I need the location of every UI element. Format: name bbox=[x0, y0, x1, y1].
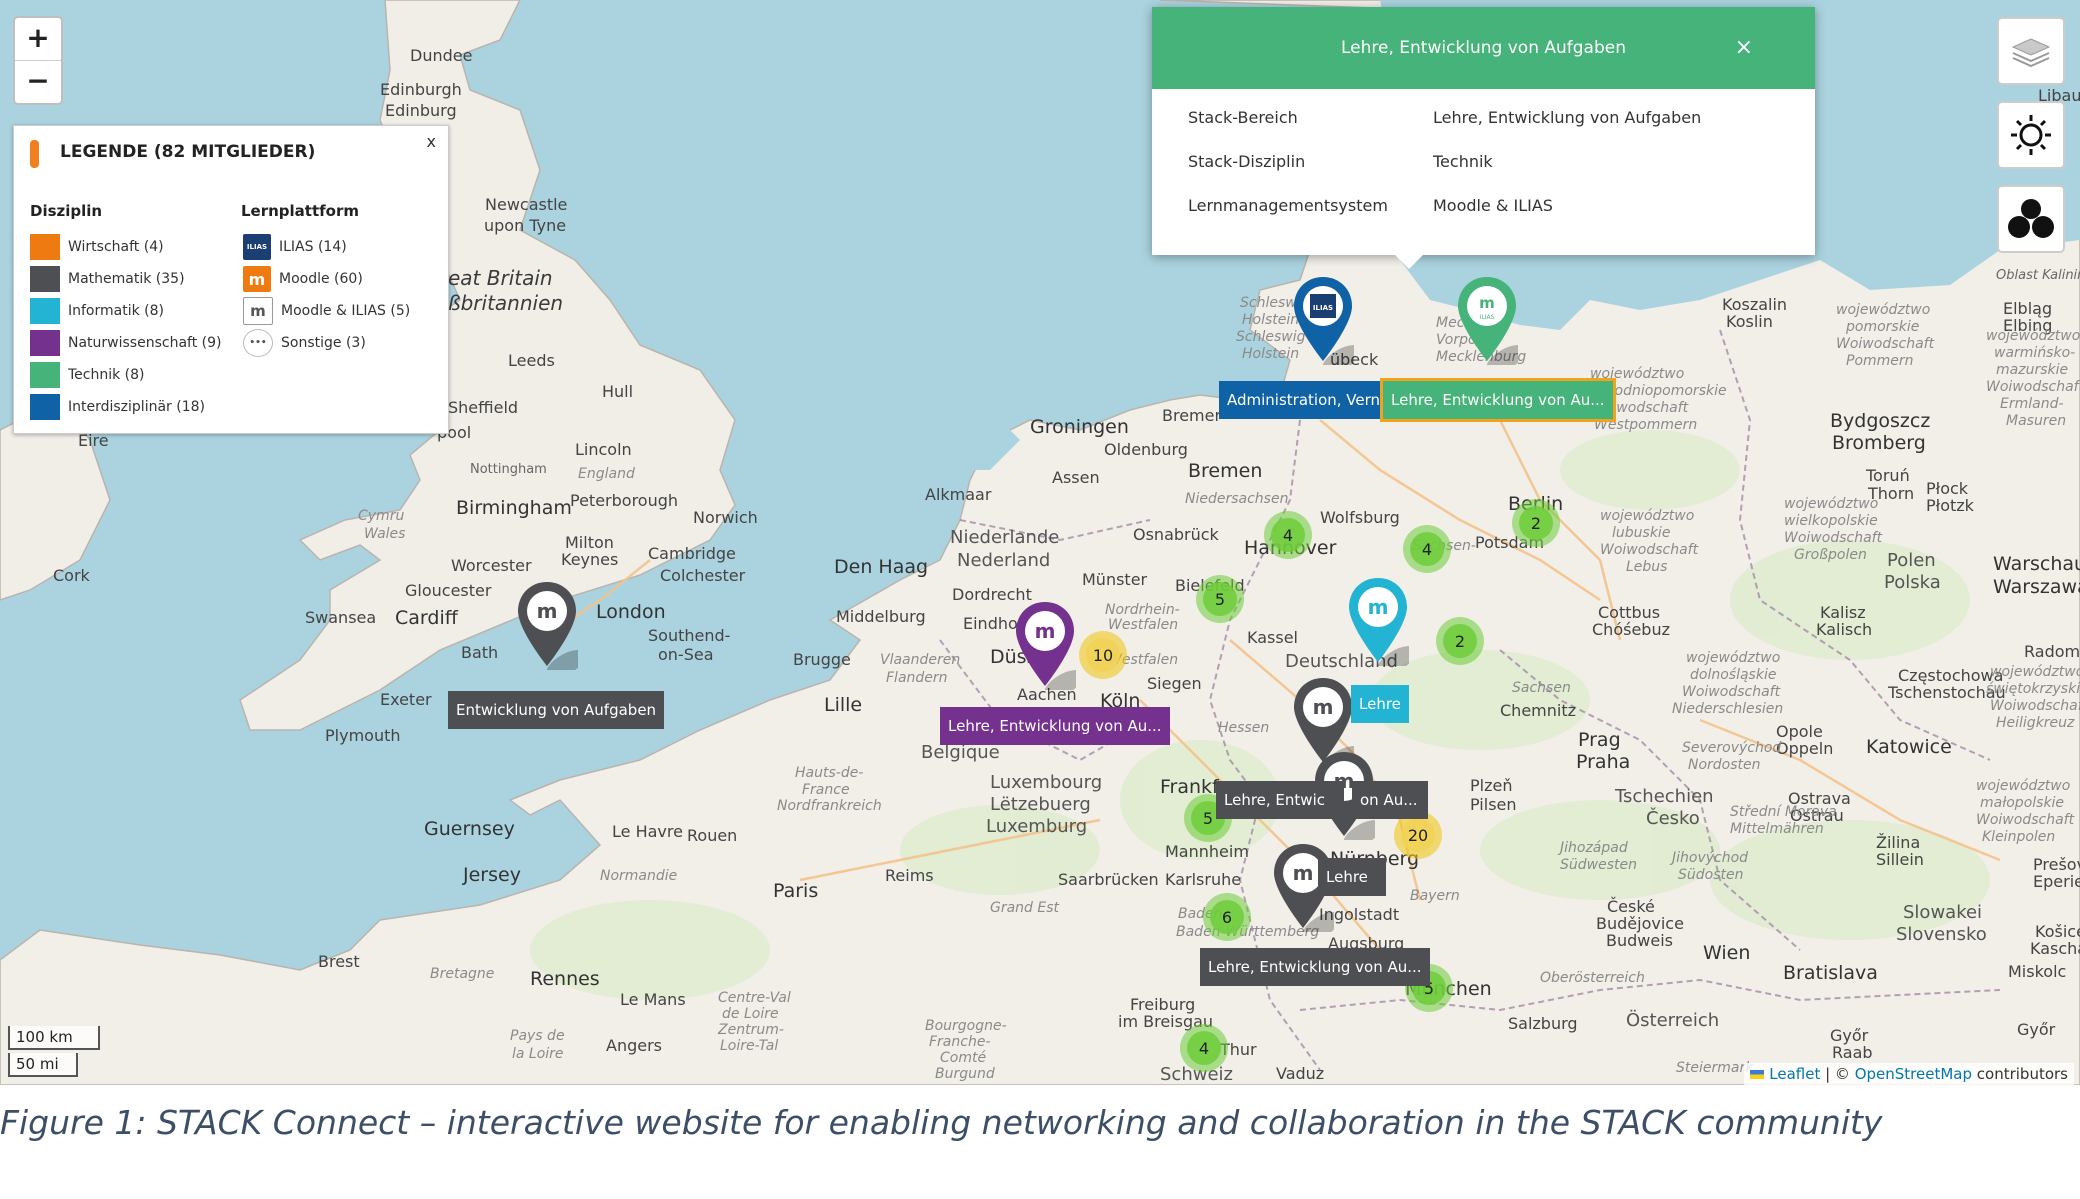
dots-icon: ••• bbox=[243, 329, 273, 357]
cluster-toggle-button[interactable] bbox=[1997, 185, 2065, 253]
ilias-icon: ILIAS bbox=[243, 234, 271, 260]
legend-discipline-header: Disziplin bbox=[30, 202, 103, 220]
moodle-icon: m bbox=[243, 266, 271, 292]
moodle-icon: m bbox=[1035, 619, 1056, 643]
moodle-icon: m bbox=[1368, 595, 1389, 619]
color-swatch bbox=[30, 394, 60, 420]
marker-label[interactable]: Lehre, Entwicklung von Au... bbox=[1200, 948, 1430, 986]
map-canvas[interactable]: Dundee Edinburgh Edinburg Newcastle upon… bbox=[0, 0, 2080, 1085]
moodle-ilias-icon: m bbox=[1479, 294, 1495, 312]
legend-panel: LEGENDE (82 MITGLIEDER) x Disziplin Lern… bbox=[13, 125, 449, 434]
cluster-marker[interactable]: 2 bbox=[1436, 617, 1484, 665]
legend-item-moodle[interactable]: m Moodle (60) bbox=[243, 266, 363, 292]
cluster-marker[interactable]: 6 bbox=[1203, 893, 1251, 941]
legend-item-sonstige[interactable]: ••• Sonstige (3) bbox=[243, 329, 366, 357]
ukraine-flag-icon bbox=[1750, 1070, 1765, 1079]
sun-icon bbox=[2011, 115, 2051, 155]
layers-icon bbox=[2011, 38, 2051, 68]
legend-item-ilias[interactable]: ILIAS ILIAS (14) bbox=[243, 234, 347, 260]
legend-item-moodle-ilias[interactable]: m Moodle & ILIAS (5) bbox=[243, 297, 410, 325]
osm-link[interactable]: OpenStreetMap bbox=[1855, 1065, 1972, 1083]
moodle-icon: m bbox=[537, 599, 558, 623]
popup-row: Stack-Bereich Lehre, Entwicklung von Aufg… bbox=[1188, 108, 1702, 127]
marker-label[interactable]: on Au... bbox=[1352, 781, 1428, 819]
color-swatch bbox=[30, 330, 60, 356]
layers-button[interactable] bbox=[1997, 17, 2065, 85]
color-swatch bbox=[30, 362, 60, 388]
marker-label[interactable]: Lehre bbox=[1318, 858, 1386, 896]
popup-title: Lehre, Entwicklung von Aufgaben bbox=[1340, 38, 1626, 58]
popup-row: Stack-Disziplin Technik bbox=[1188, 152, 1493, 171]
moodle-ilias-icon: m bbox=[243, 297, 273, 325]
cluster-marker[interactable]: 4 bbox=[1403, 525, 1451, 573]
svg-text:ILIAS: ILIAS bbox=[1313, 304, 1333, 312]
popup-row: Lernmanagementsystem Moodle & ILIAS bbox=[1188, 196, 1553, 215]
moodle-ilias-map-pin[interactable]: m ILIAS bbox=[1456, 275, 1518, 365]
scale-km: 100 km bbox=[8, 1026, 100, 1050]
cluster-marker[interactable]: 2 bbox=[1512, 499, 1560, 547]
zoom-out-button[interactable]: − bbox=[15, 60, 61, 103]
svg-text:ILIAS: ILIAS bbox=[1480, 314, 1495, 321]
popup-tip bbox=[1395, 255, 1423, 269]
cluster-marker[interactable]: 4 bbox=[1180, 1024, 1228, 1072]
legend-item-naturwissenschaft[interactable]: Naturwissenschaft (9) bbox=[30, 330, 221, 356]
marker-label[interactable]: Lehre, Entwic bbox=[1216, 781, 1344, 819]
legend-item-technik[interactable]: Technik (8) bbox=[30, 362, 145, 388]
marker-label[interactable]: Administration, Verne bbox=[1219, 381, 1401, 419]
ilias-map-pin[interactable]: ILIAS bbox=[1292, 275, 1354, 365]
marker-label[interactable]: Lehre bbox=[1351, 685, 1409, 723]
leaflet-link[interactable]: Leaflet bbox=[1769, 1065, 1820, 1083]
marker-label[interactable]: Lehre, Entwicklung von Au... bbox=[940, 707, 1170, 745]
scale-mi: 50 mi bbox=[8, 1053, 78, 1077]
sun-button[interactable] bbox=[1997, 101, 2065, 169]
legend-item-interdisziplinaer[interactable]: Interdisziplinär (18) bbox=[30, 394, 205, 420]
zoom-in-button[interactable]: + bbox=[15, 18, 61, 60]
color-swatch bbox=[30, 266, 60, 292]
legend-item-mathematik[interactable]: Mathematik (35) bbox=[30, 266, 185, 292]
popup-header: Lehre, Entwicklung von Aufgaben × bbox=[1152, 7, 1815, 89]
figure-caption: Figure 1: STACK Connect – interactive we… bbox=[0, 1103, 1883, 1142]
marker-label[interactable]: Entwicklung von Aufgaben bbox=[448, 691, 665, 729]
moodle-icon: m bbox=[1293, 861, 1314, 885]
moodle-icon: m bbox=[1313, 695, 1334, 719]
attribution: Leaflet | © OpenStreetMap contributors bbox=[1744, 1063, 2074, 1085]
moodle-map-pin[interactable]: m bbox=[1014, 600, 1076, 690]
cluster-marker[interactable]: 5 bbox=[1196, 575, 1244, 623]
legend-accent-bar bbox=[30, 140, 39, 168]
legend-close-button[interactable]: x bbox=[427, 132, 436, 151]
legend-item-wirtschaft[interactable]: Wirtschaft (4) bbox=[30, 234, 164, 260]
moodle-map-pin[interactable]: m bbox=[1347, 576, 1409, 666]
cluster-marker[interactable]: 4 bbox=[1264, 511, 1312, 559]
legend-platform-header: Lernplattform bbox=[241, 202, 360, 220]
color-swatch bbox=[30, 234, 60, 260]
legend-title: LEGENDE (82 MITGLIEDER) bbox=[60, 142, 316, 162]
zoom-control: + − bbox=[13, 16, 63, 105]
cluster-marker[interactable]: 10 bbox=[1079, 631, 1127, 679]
color-swatch bbox=[30, 298, 60, 324]
moodle-map-pin[interactable]: m bbox=[516, 580, 578, 670]
legend-item-informatik[interactable]: Informatik (8) bbox=[30, 298, 164, 324]
cluster-icon bbox=[2008, 199, 2054, 238]
marker-popup: Lehre, Entwicklung von Aufgaben × Stack-… bbox=[1152, 7, 1815, 269]
marker-label-selected[interactable]: Lehre, Entwicklung von Au... bbox=[1380, 378, 1616, 422]
popup-close-button[interactable]: × bbox=[1735, 35, 1753, 60]
